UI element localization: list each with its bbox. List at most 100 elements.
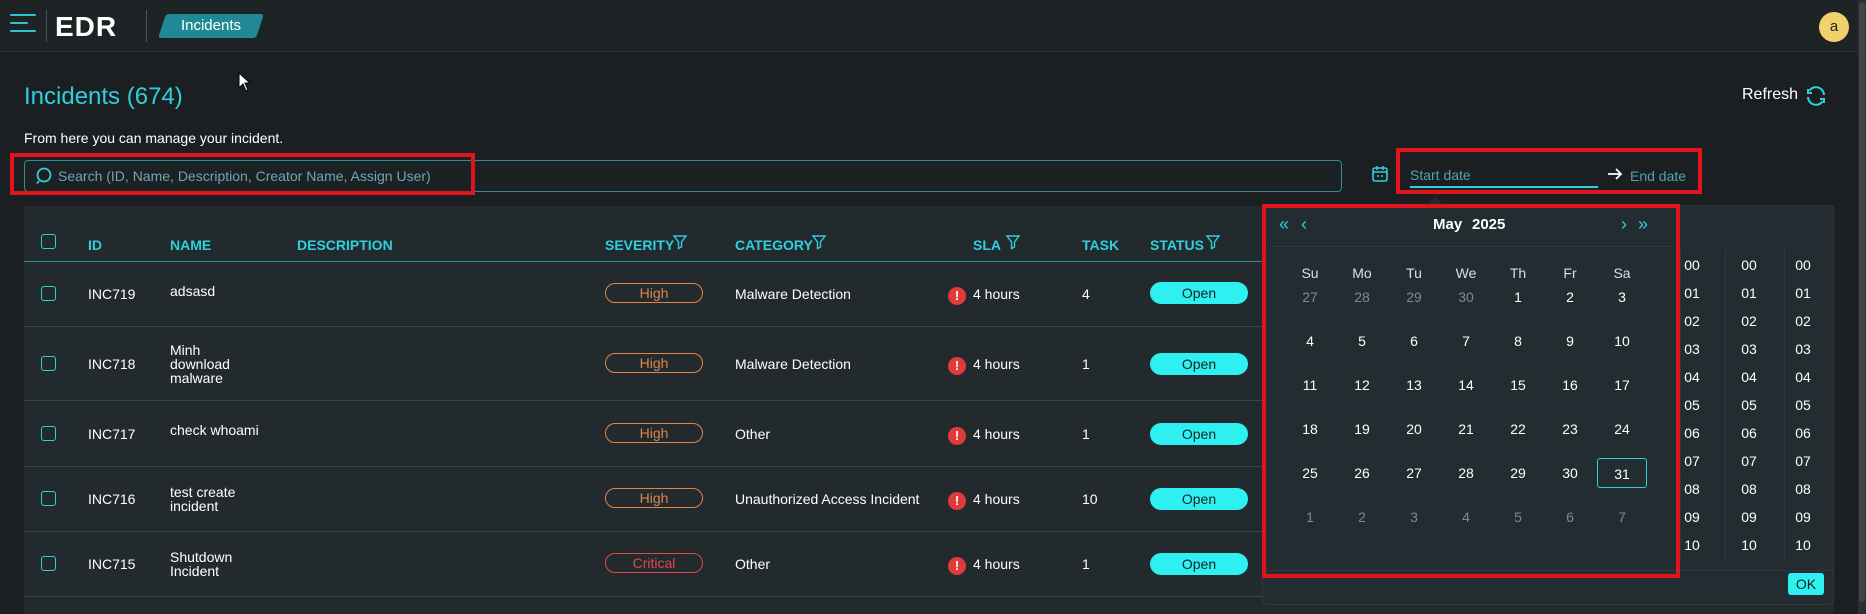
second-option[interactable]: 02 — [1783, 313, 1823, 329]
calendar-day[interactable]: 15 — [1493, 370, 1543, 400]
calendar-day[interactable]: 30 — [1545, 458, 1595, 488]
second-option[interactable]: 08 — [1783, 481, 1823, 497]
calendar-day[interactable]: 2 — [1545, 282, 1595, 312]
calendar-day[interactable]: 4 — [1285, 326, 1335, 356]
status-badge[interactable]: Open — [1150, 423, 1248, 445]
incident-name[interactable]: test create incident — [170, 485, 242, 513]
row-checkbox[interactable] — [41, 286, 56, 301]
minute-option[interactable]: 04 — [1729, 369, 1769, 385]
status-badge[interactable]: Open — [1150, 553, 1248, 575]
picker-month[interactable]: May — [1433, 216, 1462, 233]
search-input[interactable] — [58, 163, 458, 189]
prev-year-button[interactable]: « — [1279, 214, 1289, 235]
header-sla[interactable]: SLA — [973, 237, 1001, 253]
calendar-day[interactable]: 28 — [1441, 458, 1491, 488]
calendar-day[interactable]: 27 — [1285, 282, 1335, 312]
status-badge[interactable]: Open — [1150, 282, 1248, 304]
incident-id[interactable]: INC717 — [88, 426, 135, 442]
calendar-day[interactable]: 2 — [1337, 502, 1387, 532]
select-all-checkbox[interactable] — [41, 234, 56, 249]
next-month-button[interactable]: › — [1621, 214, 1627, 235]
hour-option[interactable]: 00 — [1672, 257, 1712, 273]
calendar-day[interactable]: 12 — [1337, 370, 1387, 400]
minute-option[interactable]: 10 — [1729, 537, 1769, 553]
calendar-day[interactable]: 1 — [1493, 282, 1543, 312]
second-option[interactable]: 03 — [1783, 341, 1823, 357]
second-option[interactable]: 04 — [1783, 369, 1823, 385]
minute-option[interactable]: 00 — [1729, 257, 1769, 273]
calendar-day[interactable]: 19 — [1337, 414, 1387, 444]
calendar-day[interactable]: 5 — [1493, 502, 1543, 532]
calendar-day[interactable]: 13 — [1389, 370, 1439, 400]
category-filter-icon[interactable] — [811, 234, 827, 250]
calendar-day[interactable]: 6 — [1545, 502, 1595, 532]
calendar-day[interactable]: 25 — [1285, 458, 1335, 488]
calendar-day[interactable]: 30 — [1441, 282, 1491, 312]
status-filter-icon[interactable] — [1205, 234, 1221, 250]
avatar[interactable]: a — [1819, 12, 1849, 42]
row-checkbox[interactable] — [41, 356, 56, 371]
minute-option[interactable]: 07 — [1729, 453, 1769, 469]
minute-option[interactable]: 02 — [1729, 313, 1769, 329]
header-id[interactable]: ID — [88, 237, 102, 253]
incident-name[interactable]: check whoami — [170, 423, 290, 437]
calendar-day[interactable]: 27 — [1389, 458, 1439, 488]
refresh-icon[interactable] — [1804, 84, 1828, 108]
header-name[interactable]: NAME — [170, 237, 211, 253]
calendar-day[interactable]: 23 — [1545, 414, 1595, 444]
calendar-day[interactable]: 16 — [1545, 370, 1595, 400]
row-checkbox[interactable] — [41, 426, 56, 441]
minute-option[interactable]: 05 — [1729, 397, 1769, 413]
calendar-day[interactable]: 8 — [1493, 326, 1543, 356]
calendar-day[interactable]: 29 — [1493, 458, 1543, 488]
calendar-day[interactable]: 21 — [1441, 414, 1491, 444]
calendar-day[interactable]: 18 — [1285, 414, 1335, 444]
row-checkbox[interactable] — [41, 556, 56, 571]
header-status[interactable]: STATUS — [1150, 237, 1204, 253]
hour-option[interactable]: 02 — [1672, 313, 1712, 329]
second-option[interactable]: 09 — [1783, 509, 1823, 525]
calendar-day[interactable]: 10 — [1597, 326, 1647, 356]
hour-option[interactable]: 05 — [1672, 397, 1712, 413]
picker-year[interactable]: 2025 — [1472, 216, 1505, 233]
calendar-day[interactable]: 3 — [1389, 502, 1439, 532]
header-task[interactable]: TASK — [1082, 237, 1119, 253]
ok-button[interactable]: OK — [1788, 573, 1824, 595]
sla-filter-icon[interactable] — [1005, 234, 1021, 250]
calendar-day[interactable]: 24 — [1597, 414, 1647, 444]
scrollbar-thumb[interactable] — [1859, 2, 1865, 602]
hour-option[interactable]: 04 — [1672, 369, 1712, 385]
second-option[interactable]: 06 — [1783, 425, 1823, 441]
calendar-day[interactable]: 7 — [1441, 326, 1491, 356]
minute-option[interactable]: 09 — [1729, 509, 1769, 525]
calendar-day[interactable]: 3 — [1597, 282, 1647, 312]
calendar-day[interactable]: 20 — [1389, 414, 1439, 444]
second-option[interactable]: 05 — [1783, 397, 1823, 413]
incident-name[interactable]: adsasd — [170, 284, 250, 298]
calendar-day[interactable]: 7 — [1597, 502, 1647, 532]
hour-option[interactable]: 07 — [1672, 453, 1712, 469]
header-category[interactable]: CATEGORY — [735, 237, 813, 253]
incident-name[interactable]: Shutdown Incident — [170, 550, 242, 578]
hour-option[interactable]: 06 — [1672, 425, 1712, 441]
minute-option[interactable]: 06 — [1729, 425, 1769, 441]
calendar-day[interactable]: 5 — [1337, 326, 1387, 356]
hour-option[interactable]: 08 — [1672, 481, 1712, 497]
hour-option[interactable]: 09 — [1672, 509, 1712, 525]
calendar-day[interactable]: 4 — [1441, 502, 1491, 532]
status-badge[interactable]: Open — [1150, 488, 1248, 510]
calendar-day[interactable]: 29 — [1389, 282, 1439, 312]
calendar-day[interactable]: 26 — [1337, 458, 1387, 488]
second-option[interactable]: 10 — [1783, 537, 1823, 553]
breadcrumb-incidents[interactable]: Incidents — [162, 14, 260, 38]
calendar-day[interactable]: 14 — [1441, 370, 1491, 400]
calendar-day[interactable]: 9 — [1545, 326, 1595, 356]
menu-icon[interactable] — [10, 14, 36, 36]
row-checkbox[interactable] — [41, 491, 56, 506]
incident-name[interactable]: Minh download malware — [170, 343, 242, 385]
status-badge[interactable]: Open — [1150, 353, 1248, 375]
next-year-button[interactable]: » — [1638, 214, 1648, 235]
minute-option[interactable]: 01 — [1729, 285, 1769, 301]
prev-month-button[interactable]: ‹ — [1301, 214, 1307, 235]
incident-id[interactable]: INC718 — [88, 356, 135, 372]
